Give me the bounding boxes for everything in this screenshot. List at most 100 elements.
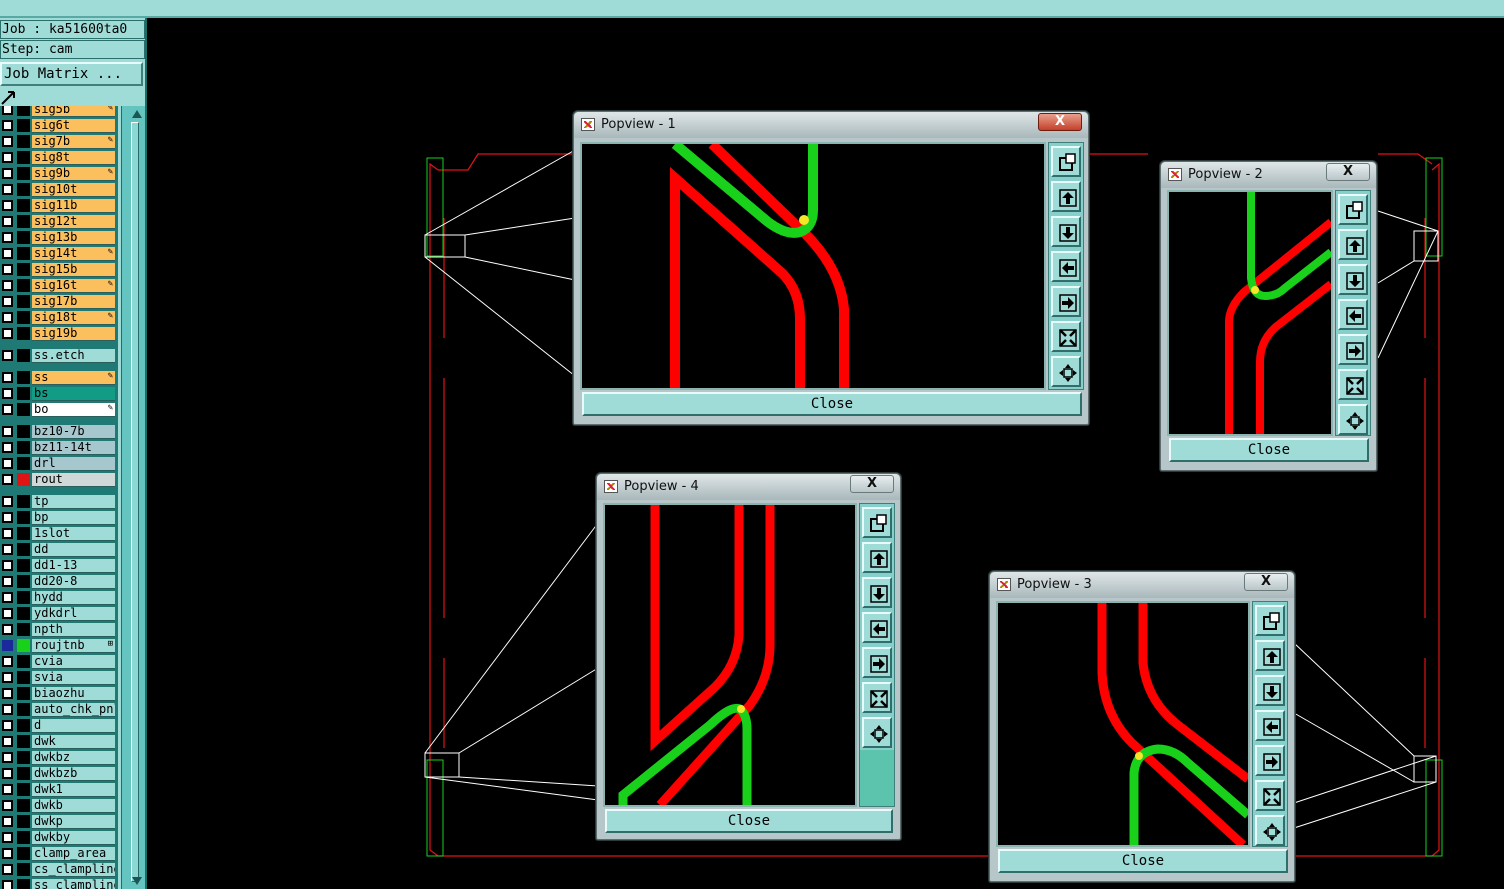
layer-checkbox[interactable] [2, 800, 13, 811]
layer-color-swatch[interactable] [17, 687, 30, 700]
layer-name[interactable]: biaozhu [32, 687, 115, 701]
zoom-window-button[interactable] [1255, 605, 1285, 636]
pan-left-button[interactable] [1255, 710, 1285, 741]
pan-down-button[interactable] [1255, 675, 1285, 706]
zoom-window-button[interactable] [862, 507, 892, 538]
popview-2-window[interactable]: Popview - 2 X Close [1160, 161, 1377, 471]
layer-row-bs[interactable]: bs [0, 386, 118, 401]
layer-row-sig6t[interactable]: sig6t [0, 118, 118, 133]
layer-name[interactable]: rout [32, 473, 115, 487]
layer-checkbox[interactable] [2, 624, 13, 635]
layer-color-swatch[interactable] [17, 831, 30, 844]
layer-row-sig15b[interactable]: sig15b [0, 262, 118, 277]
zoom-home-button[interactable] [862, 717, 892, 748]
layer-checkbox[interactable] [2, 816, 13, 827]
layer-color-swatch[interactable] [17, 135, 30, 148]
layer-color-swatch[interactable] [17, 799, 30, 812]
popview-1-viewport[interactable] [580, 142, 1046, 390]
layer-name[interactable]: tp [32, 495, 115, 509]
layer-color-swatch[interactable] [17, 735, 30, 748]
layer-row-rout[interactable]: rout [0, 472, 118, 487]
layer-name[interactable]: sig13b [32, 231, 115, 245]
layer-color-swatch[interactable] [17, 231, 30, 244]
layer-row-bz10-7b[interactable]: bz10-7b [0, 424, 118, 439]
layer-row-sig14t[interactable]: sig14t ✎ [0, 246, 118, 261]
layer-name[interactable]: ydkdrl [32, 607, 115, 621]
layer-checkbox[interactable] [2, 388, 13, 399]
layer-row-auto-chk-pnl[interactable]: auto_chk_pnl [0, 702, 118, 717]
layer-name[interactable]: dd20-8 [32, 575, 115, 589]
layer-checkbox[interactable] [2, 232, 13, 243]
pan-right-button[interactable] [862, 647, 892, 678]
layer-name[interactable]: sig8t [32, 151, 115, 165]
pan-down-button[interactable] [862, 577, 892, 608]
layer-color-swatch[interactable] [17, 247, 30, 260]
layer-color-swatch[interactable] [17, 783, 30, 796]
popview-4-viewport[interactable] [603, 503, 857, 807]
layer-name[interactable]: cs_clampline [32, 863, 115, 877]
layer-row-dd[interactable]: dd [0, 542, 118, 557]
layer-row-sig8t[interactable]: sig8t [0, 150, 118, 165]
layer-name[interactable]: ss [32, 371, 115, 385]
zoom-fit-button[interactable] [1051, 321, 1081, 352]
layer-color-swatch[interactable] [17, 623, 30, 636]
layer-checkbox[interactable] [2, 168, 13, 179]
layer-name[interactable]: bz11-14t [32, 441, 115, 455]
layer-checkbox[interactable] [2, 264, 13, 275]
layer-row-sig18t[interactable]: sig18t ✎ [0, 310, 118, 325]
layer-row-bp[interactable]: bp [0, 510, 118, 525]
layer-color-swatch[interactable] [17, 767, 30, 780]
layer-name[interactable]: auto_chk_pnl [32, 703, 115, 717]
layer-name[interactable]: sig9b [32, 167, 115, 181]
layer-row-roujtnb[interactable]: roujtnb ⊞ [0, 638, 118, 653]
layer-checkbox[interactable] [2, 736, 13, 747]
popview-4-close-button[interactable]: Close [605, 809, 893, 833]
layer-row-bz11-14t[interactable]: bz11-14t [0, 440, 118, 455]
layer-name[interactable]: dwkbzb [32, 767, 115, 781]
layer-checkbox[interactable] [2, 544, 13, 555]
layer-row-bo[interactable]: bo ✎ [0, 402, 118, 417]
layer-name[interactable]: hydd [32, 591, 115, 605]
popview-2-viewport[interactable] [1167, 190, 1333, 436]
layer-row-dwkbzb[interactable]: dwkbzb [0, 766, 118, 781]
layer-name[interactable]: npth [32, 623, 115, 637]
layer-color-swatch[interactable] [17, 671, 30, 684]
scroll-thumb[interactable] [131, 122, 139, 882]
layer-checkbox[interactable] [2, 328, 13, 339]
layer-checkbox[interactable] [2, 496, 13, 507]
layer-row-ss-clampline[interactable]: ss_clampline [0, 878, 118, 889]
layer-row-sig5b[interactable]: sig5b ✎ [0, 106, 118, 117]
layer-checkbox[interactable] [2, 832, 13, 843]
layer-color-swatch[interactable] [17, 703, 30, 716]
zoom-window-button[interactable] [1051, 146, 1081, 177]
layer-color-swatch[interactable] [17, 591, 30, 604]
pan-right-button[interactable] [1338, 334, 1368, 365]
layer-name[interactable]: sig18t [32, 311, 115, 325]
layer-checkbox[interactable] [2, 248, 13, 259]
layer-row-cvia[interactable]: cvia [0, 654, 118, 669]
popview-2-titlebar[interactable]: Popview - 2 X [1161, 162, 1376, 188]
layer-name[interactable]: roujtnb [32, 639, 115, 653]
layer-row-ydkdrl[interactable]: ydkdrl [0, 606, 118, 621]
layer-name[interactable]: clamp_area [32, 847, 115, 861]
layer-name[interactable]: sig15b [32, 263, 115, 277]
layer-color-swatch[interactable] [17, 719, 30, 732]
layer-checkbox[interactable] [2, 880, 13, 889]
layer-color-swatch[interactable] [17, 151, 30, 164]
layer-checkbox[interactable] [2, 672, 13, 683]
layer-color-swatch[interactable] [17, 387, 30, 400]
layer-color-swatch[interactable] [17, 403, 30, 416]
layer-name[interactable]: sig6t [32, 119, 115, 133]
pan-right-button[interactable] [1255, 745, 1285, 776]
layer-row-sig11b[interactable]: sig11b [0, 198, 118, 213]
layer-color-swatch[interactable] [17, 607, 30, 620]
layer-name[interactable]: sig7b [32, 135, 115, 149]
layer-checkbox[interactable] [2, 528, 13, 539]
layer-color-swatch[interactable] [17, 527, 30, 540]
layer-checkbox[interactable] [2, 426, 13, 437]
pan-up-button[interactable] [1338, 229, 1368, 260]
layer-checkbox[interactable] [2, 280, 13, 291]
layer-name[interactable]: dwkb [32, 799, 115, 813]
pan-left-button[interactable] [862, 612, 892, 643]
layer-checkbox[interactable] [2, 592, 13, 603]
